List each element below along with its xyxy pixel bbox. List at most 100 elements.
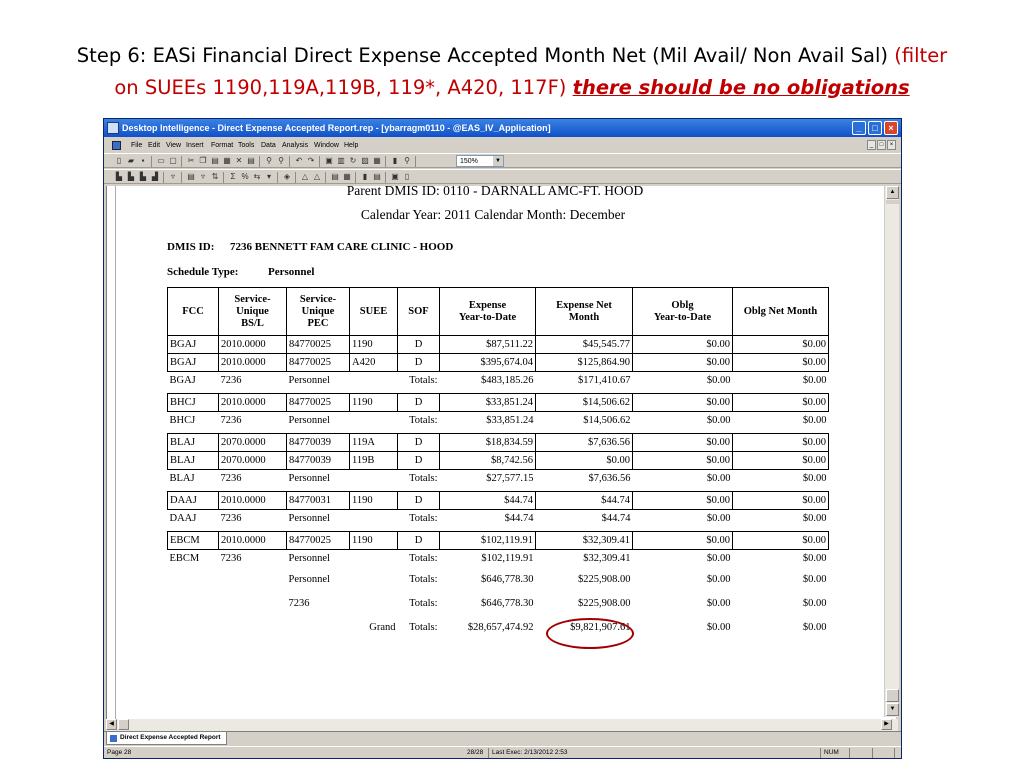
table-cell: Personnel	[286, 371, 350, 390]
table-cell: $18,834.59	[439, 433, 536, 452]
drill-icon[interactable]: ▾	[264, 172, 274, 182]
document-icon[interactable]	[112, 141, 121, 150]
menu-insert[interactable]: Insert	[186, 138, 204, 153]
scroll-down-icon[interactable]: ▼	[886, 703, 899, 716]
delete-icon[interactable]: ✕	[234, 156, 244, 166]
status-bar: Page 28 28/28 Last Exec: 2/13/2012 2:53 …	[104, 746, 901, 758]
minimize-button[interactable]: _	[852, 121, 866, 135]
template-icon[interactable]: ▤	[330, 172, 340, 182]
redo-icon[interactable]: ↷	[306, 156, 316, 166]
grid-icon[interactable]: ▤	[372, 172, 382, 182]
view-structure-icon[interactable]: ▣	[324, 156, 334, 166]
table-cell: $0.00	[632, 371, 733, 390]
scroll-left-icon[interactable]: ◀	[106, 719, 117, 730]
table-cell: $32,309.41	[535, 549, 633, 568]
table-cell: 84770025	[286, 393, 350, 412]
table-cell: 84770025	[286, 335, 350, 354]
table-cell: $44.74	[439, 509, 536, 528]
close-button[interactable]: ×	[884, 121, 898, 135]
magnify-icon[interactable]: ⚲	[402, 156, 412, 166]
cut-icon[interactable]: ✂	[186, 156, 196, 166]
filter-icon[interactable]: ▙	[138, 172, 148, 182]
menu-data[interactable]: Data	[261, 138, 276, 153]
percent-icon[interactable]: %	[240, 172, 250, 182]
refresh-icon[interactable]: ↻	[348, 156, 358, 166]
table-row: BHCJ 2010.0000 84770025 1190 D $33,851.24 $14,…	[167, 393, 829, 412]
tab-direct-expense-report[interactable]: Direct Expense Accepted Report	[106, 732, 227, 745]
menu-format[interactable]: Format	[211, 138, 233, 153]
warning-icon[interactable]: △	[300, 172, 310, 182]
menu-help[interactable]: Help	[344, 138, 358, 153]
break-icon[interactable]: ▙	[126, 172, 136, 182]
table-cell: $0.00	[802, 574, 827, 585]
vertical-scrollbar[interactable]: ▲ ▼	[884, 186, 899, 717]
table-cell: $0.00	[632, 549, 733, 568]
maximize-button[interactable]: □	[868, 121, 882, 135]
menu-analysis[interactable]: Analysis	[282, 138, 308, 153]
zoom-icon[interactable]: ⚲	[276, 156, 286, 166]
sort-icon[interactable]: ⇅	[210, 172, 220, 182]
app-icon[interactable]	[107, 122, 119, 134]
open-folder-icon[interactable]: ▰	[126, 156, 136, 166]
chevron-down-icon[interactable]: ▼	[493, 156, 503, 166]
table-cell: $33,851.24	[439, 411, 536, 430]
ranking-icon[interactable]: ▟	[150, 172, 160, 182]
slide-title-filter: on SUEEs 1190,119A,119B, 119*, A420, 117…	[114, 76, 567, 99]
print-preview-icon[interactable]: ▢	[168, 156, 178, 166]
publish-icon[interactable]: ▣	[390, 172, 400, 182]
slice-dice-icon[interactable]: ◈	[282, 172, 292, 182]
col-expense-net-month: Expense Net Month	[535, 287, 633, 336]
calculation-icon[interactable]: ▤	[186, 172, 196, 182]
pivot-icon[interactable]: ⇆	[252, 172, 262, 182]
new-document-icon[interactable]: ▯	[114, 156, 124, 166]
table-cell: $0.00	[732, 509, 829, 528]
scroll-right-icon[interactable]: ▶	[881, 719, 892, 730]
table-cell: 1190	[349, 491, 398, 510]
menu-window[interactable]: Window	[314, 138, 339, 153]
table-icon[interactable]: ▦	[372, 156, 382, 166]
report-icon[interactable]: ▤	[246, 156, 256, 166]
variable-icon[interactable]: ▿	[198, 172, 208, 182]
table-cell: $0.00	[732, 531, 829, 550]
chart-icon[interactable]: ▮	[390, 156, 400, 166]
print-icon[interactable]: ▭	[156, 156, 166, 166]
copy-icon[interactable]: ❐	[198, 156, 208, 166]
menu-edit[interactable]: Edit	[148, 138, 160, 153]
window-titlebar[interactable]: Desktop Intelligence - Direct Expense Ac…	[104, 119, 901, 137]
table-cell	[219, 616, 287, 640]
layout-icon[interactable]: ▦	[342, 172, 352, 182]
zoom-select[interactable]: 150% ▼	[456, 155, 504, 167]
table-cell: 84770025	[286, 353, 350, 372]
alerter-icon[interactable]: ▿	[168, 172, 178, 182]
help-icon[interactable]: ▯	[402, 172, 412, 182]
save-icon[interactable]: ▪	[138, 156, 148, 166]
section-icon[interactable]: ▙	[114, 172, 124, 182]
table-cell: $395,674.04	[439, 353, 536, 372]
find-icon[interactable]: ⚲	[264, 156, 274, 166]
table-cell	[168, 616, 219, 640]
menu-tools[interactable]: Tools	[238, 138, 254, 153]
mdi-restore-button[interactable]: □	[877, 140, 886, 150]
alert-icon[interactable]: △	[312, 172, 322, 182]
mdi-close-button[interactable]: ×	[887, 140, 896, 150]
data-manager-icon[interactable]: ▥	[336, 156, 346, 166]
slide-title-line2: on SUEEs 1190,119A,119B, 119*, A420, 117…	[0, 72, 1024, 104]
table-cell: 2010.0000	[218, 531, 287, 550]
format-painter-icon[interactable]: ▦	[222, 156, 232, 166]
menu-view[interactable]: View	[166, 138, 181, 153]
chart-type-icon[interactable]: ▮	[360, 172, 370, 182]
mdi-minimize-button[interactable]: _	[867, 140, 876, 150]
page-break-icon[interactable]	[886, 689, 899, 702]
scroll-thumb-horizontal[interactable]	[118, 719, 129, 730]
sum-icon[interactable]: Σ	[228, 172, 238, 182]
menu-file[interactable]: File	[131, 138, 142, 153]
horizontal-scrollbar[interactable]: ◀ ▶	[106, 719, 898, 731]
scroll-thumb[interactable]	[886, 200, 899, 204]
slide-title-main: Step 6: EASi Financial Direct Expense Ac…	[76, 44, 889, 67]
undo-icon[interactable]: ↶	[294, 156, 304, 166]
table-cell: $27,577.15	[439, 469, 536, 488]
paste-icon[interactable]: ▤	[210, 156, 220, 166]
summary-row: Grand Totals: $28,657,474.92 $9,821,907.61 $…	[168, 616, 829, 640]
edit-query-icon[interactable]: ▨	[360, 156, 370, 166]
table-row: BLAJ 2070.0000 84770039 119B D $8,742.56 $0.00…	[167, 451, 829, 470]
